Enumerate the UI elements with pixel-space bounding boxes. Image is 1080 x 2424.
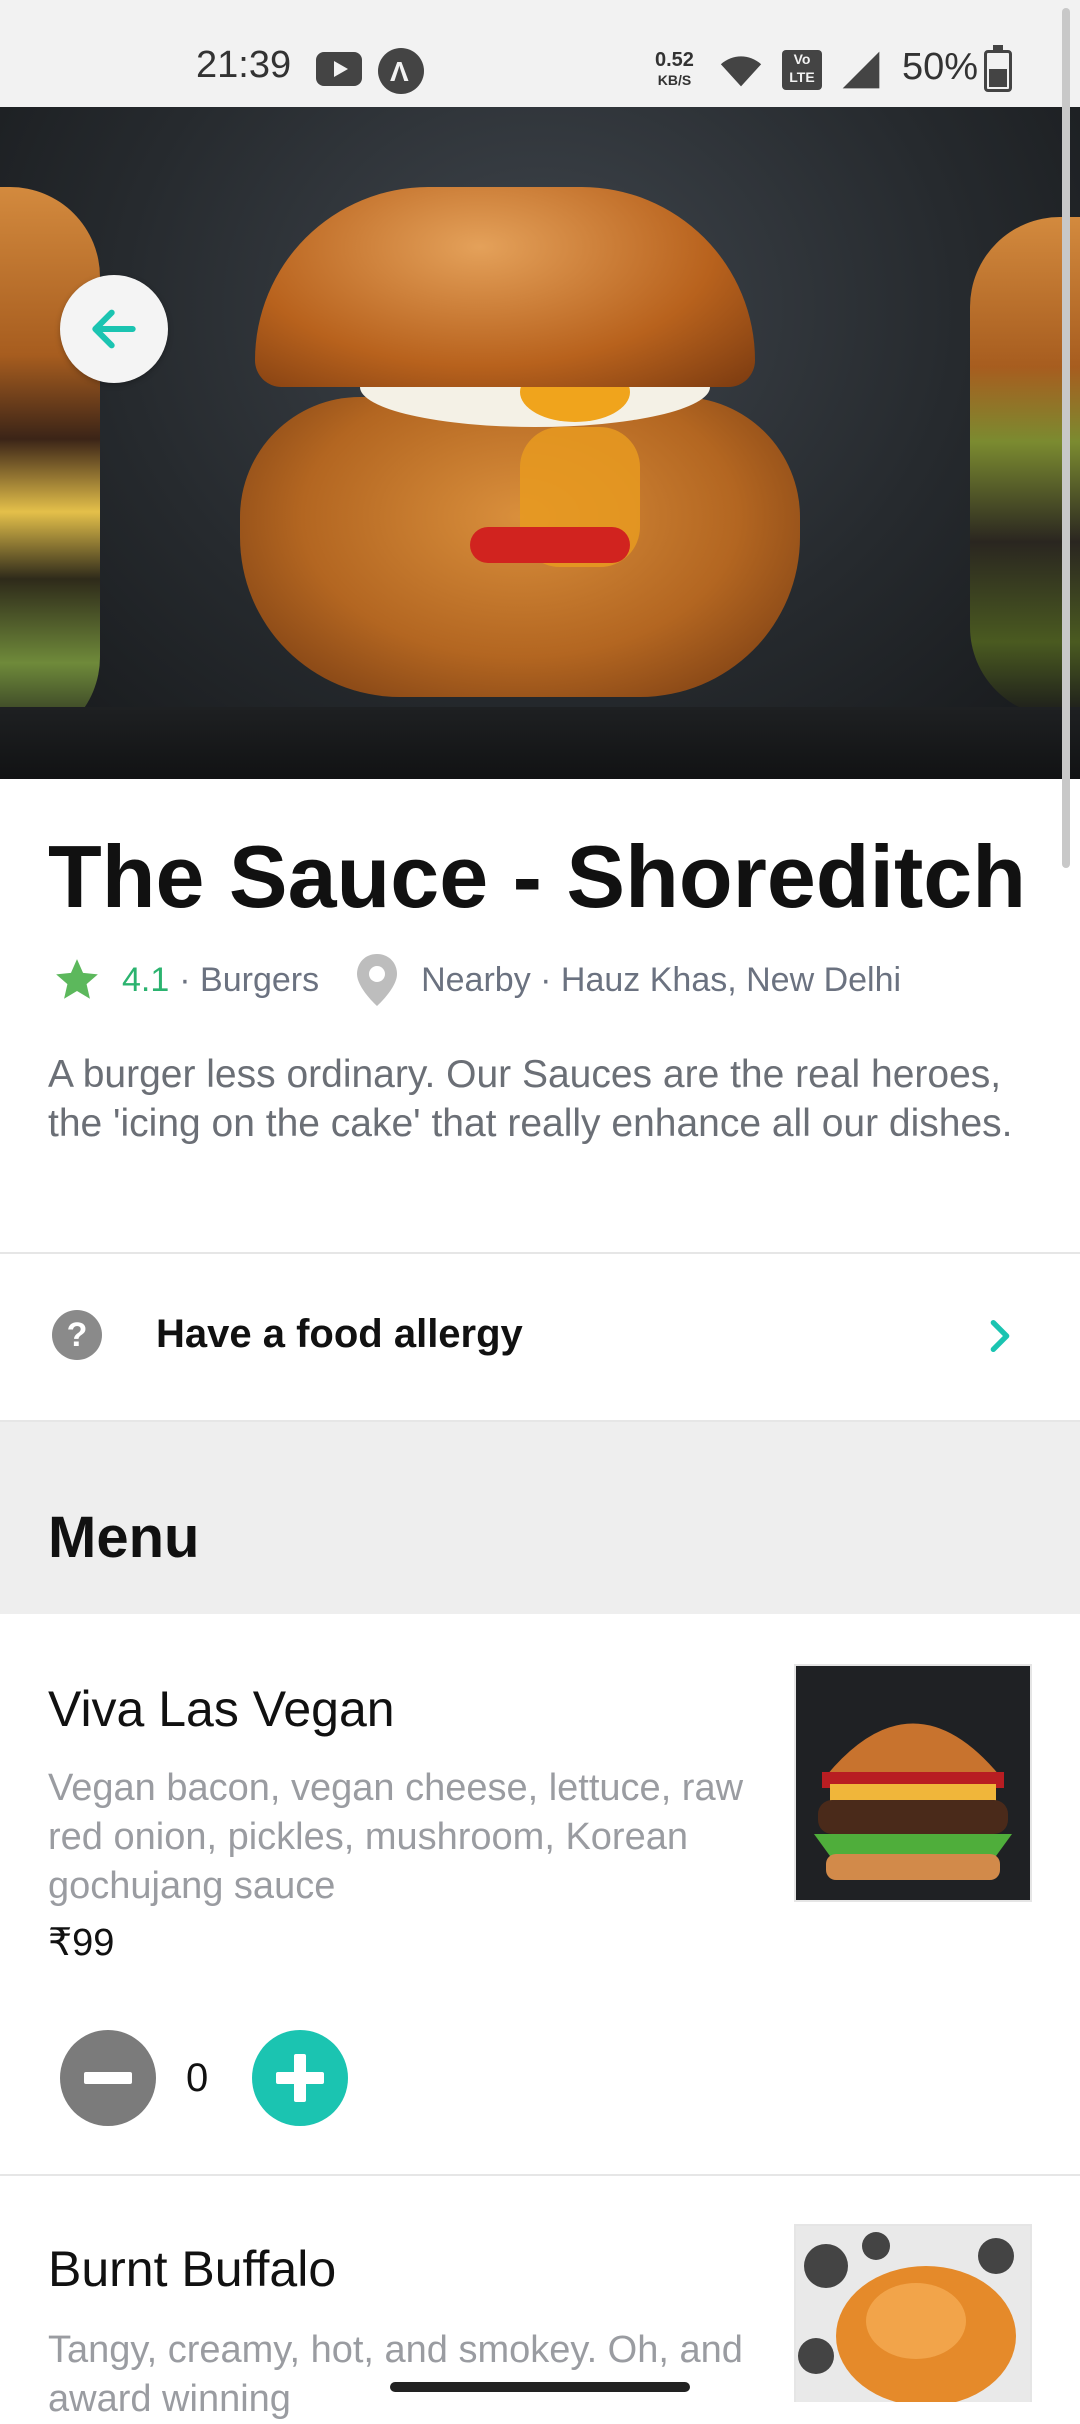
restaurant-rating: 4.1 [122, 960, 170, 999]
food-allergy-label: Have a food allergy [156, 1312, 523, 1356]
wifi-icon [720, 56, 762, 87]
restaurant-hero-image [0, 107, 1080, 779]
app-notification-icon [378, 48, 424, 94]
menu-item-description: Vegan bacon, vegan cheese, lettuce, raw … [48, 1767, 744, 1907]
quantity-value: 0 [186, 2056, 209, 2100]
menu-section-header: Menu [0, 1422, 1080, 1614]
signal-icon [842, 51, 880, 89]
hero-table-surface [0, 707, 1080, 779]
battery-percentage: 50% [902, 46, 979, 88]
hero-bun [255, 187, 755, 387]
restaurant-meta: 4.1 · Burgers Nearby · Hauz Khas, New De… [52, 952, 901, 1008]
star-icon [56, 959, 98, 999]
menu-item-name: Viva Las Vegan [48, 1681, 395, 1737]
network-speed-value: 0.52 [655, 49, 694, 71]
arrow-left-icon [92, 309, 136, 349]
restaurant-name: The Sauce - Shoreditch [48, 827, 1026, 926]
home-indicator[interactable] [390, 2382, 690, 2392]
menu-heading: Menu [48, 1505, 200, 1570]
network-speed-unit: KB/S [657, 72, 692, 88]
youtube-icon [316, 52, 362, 86]
menu-item-image [794, 2224, 1032, 2402]
back-button[interactable] [60, 275, 168, 383]
hero-chili [470, 527, 630, 563]
menu-item-price: ₹99 [48, 1922, 115, 1964]
menu-item-name: Burnt Buffalo [48, 2241, 337, 2297]
increase-quantity-button[interactable] [252, 2030, 348, 2126]
network-speed: 0.52 KB/S [655, 50, 694, 90]
question-circle-icon: ? [52, 1310, 102, 1360]
status-bar: 21:39 0.52 KB/S Vo LTE 50% [0, 0, 1080, 107]
restaurant-cuisine: · Burgers [179, 960, 320, 999]
status-time: 21:39 [196, 44, 292, 86]
chevron-right-icon [990, 1320, 1010, 1352]
burger-photo [796, 1666, 1030, 1900]
volte-icon: Vo LTE [782, 50, 822, 90]
food-allergy-row[interactable]: ? Have a food allergy [0, 1254, 1080, 1420]
decrease-quantity-button[interactable] [60, 2030, 156, 2126]
hero-burger-left [0, 187, 100, 747]
restaurant-description: A burger less ordinary. Our Sauces are t… [48, 1053, 1013, 1145]
wings-photo [796, 2226, 1030, 2402]
divider [0, 2174, 1080, 2176]
scrollbar[interactable] [1062, 8, 1070, 868]
battery-icon [984, 45, 1012, 92]
restaurant-location: Nearby · Hauz Khas, New Delhi [421, 960, 902, 999]
menu-item-description: Tangy, creamy, hot, and smokey. Oh, and … [48, 2329, 743, 2420]
map-pin-icon [357, 954, 398, 1006]
menu-item-image [794, 1664, 1032, 1902]
